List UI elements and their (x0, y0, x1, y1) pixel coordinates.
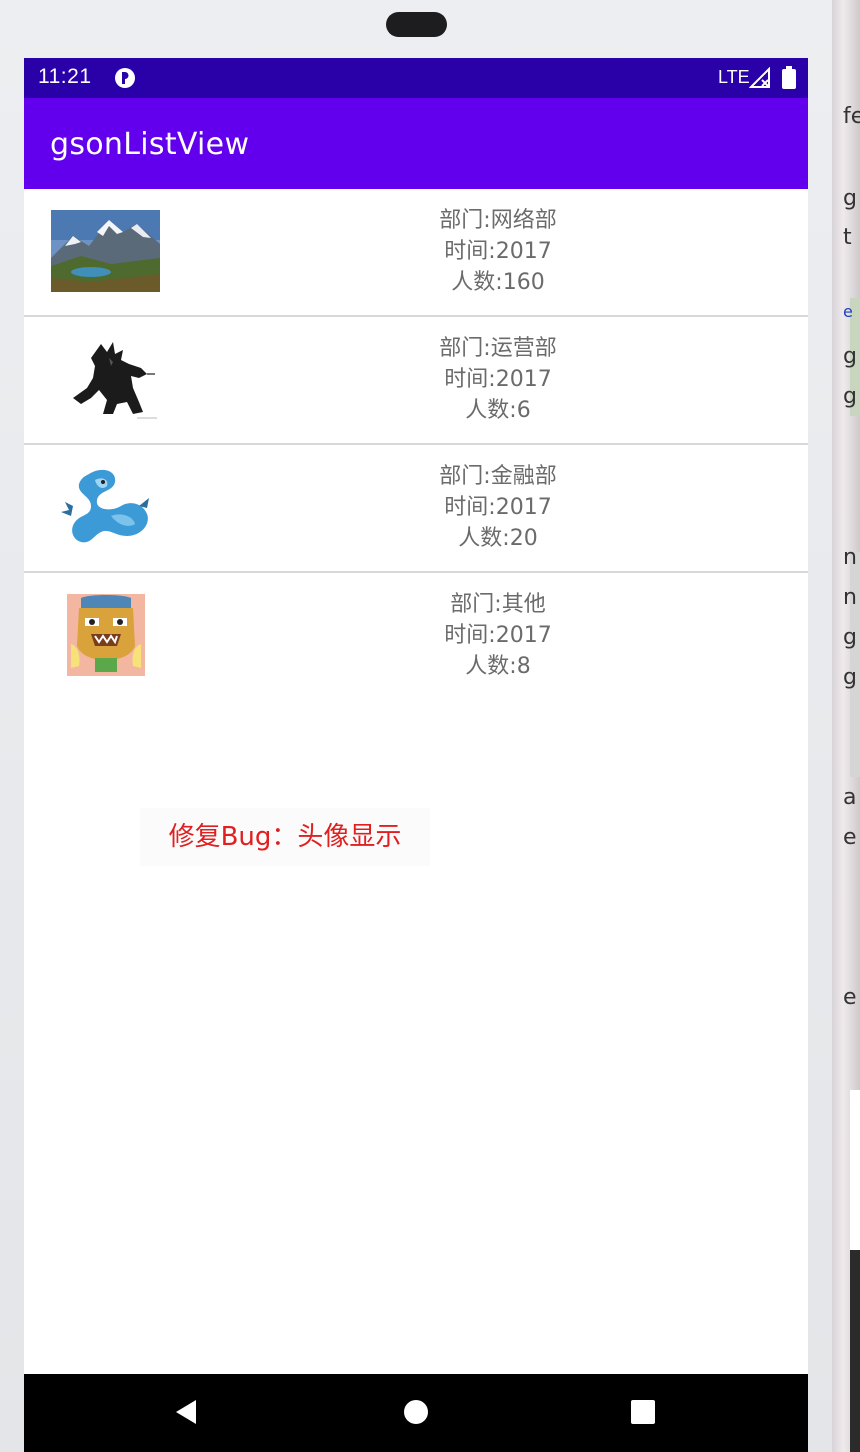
count-label: 人数:8 (465, 654, 531, 679)
camera-notch (386, 12, 447, 37)
count-label: 人数:6 (465, 398, 531, 423)
time-label: 时间:2017 (444, 623, 552, 648)
time-label: 时间:2017 (444, 239, 552, 264)
time-label: 时间:2017 (444, 495, 552, 520)
status-time: 11:21 (38, 65, 92, 88)
side-panel (850, 1250, 860, 1452)
blue-dragon-image (51, 466, 160, 548)
side-text: e (843, 825, 857, 850)
recents-icon[interactable] (629, 1398, 657, 1426)
navigation-bar (24, 1374, 808, 1452)
side-text: n (843, 585, 857, 610)
status-bar: 11:21 LTE (24, 58, 808, 98)
list-item[interactable]: 部门:运营部 时间:2017 人数:6 (24, 317, 808, 445)
item-text: 部门:金融部 时间:2017 人数:20 (324, 461, 672, 554)
network-type: LTE (718, 67, 750, 87)
department-label: 部门:其他 (450, 592, 546, 617)
item-text: 部门:其他 时间:2017 人数:8 (324, 589, 672, 682)
mountain-landscape-image (51, 210, 160, 292)
item-text: 部门:网络部 时间:2017 人数:160 (324, 205, 672, 298)
signal-icon (749, 67, 770, 88)
side-text: g (843, 344, 857, 369)
app-bar: gsonListView (24, 98, 808, 189)
count-label: 人数:160 (451, 270, 545, 295)
department-list[interactable]: 部门:网络部 时间:2017 人数:160 部门:运营部 时间:2017 人数:… (24, 189, 808, 699)
list-item[interactable]: 部门:其他 时间:2017 人数:8 (24, 573, 808, 699)
time-label: 时间:2017 (444, 367, 552, 392)
side-text: g (843, 384, 857, 409)
side-text: t (843, 225, 852, 250)
monster-figure-image (51, 338, 160, 420)
side-text: n (843, 545, 857, 570)
app-title: gsonListView (50, 127, 250, 162)
side-panel (850, 1090, 860, 1250)
side-text: fe (843, 104, 860, 129)
side-text: e (843, 302, 853, 321)
battery-icon (782, 66, 796, 89)
phone-screen: 11:21 LTE gsonListView 部门:网络部 时间:2017 人数… (24, 58, 808, 1452)
count-label: 人数:20 (458, 526, 538, 551)
back-icon[interactable] (172, 1398, 200, 1426)
home-icon[interactable] (402, 1398, 430, 1426)
side-text: a (843, 785, 857, 810)
list-item[interactable]: 部门:金融部 时间:2017 人数:20 (24, 445, 808, 573)
side-text: g (843, 186, 857, 211)
side-text: g (843, 625, 857, 650)
side-text: e (843, 985, 857, 1010)
item-text: 部门:运营部 时间:2017 人数:6 (324, 333, 672, 426)
list-item[interactable]: 部门:网络部 时间:2017 人数:160 (24, 189, 808, 317)
department-label: 部门:金融部 (439, 464, 557, 489)
tribal-mask-image (51, 594, 160, 676)
side-text: g (843, 665, 857, 690)
bug-fix-label: 修复Bug：头像显示 (140, 808, 430, 866)
department-label: 部门:网络部 (439, 208, 557, 233)
department-label: 部门:运营部 (439, 336, 557, 361)
notification-icon (115, 68, 135, 88)
